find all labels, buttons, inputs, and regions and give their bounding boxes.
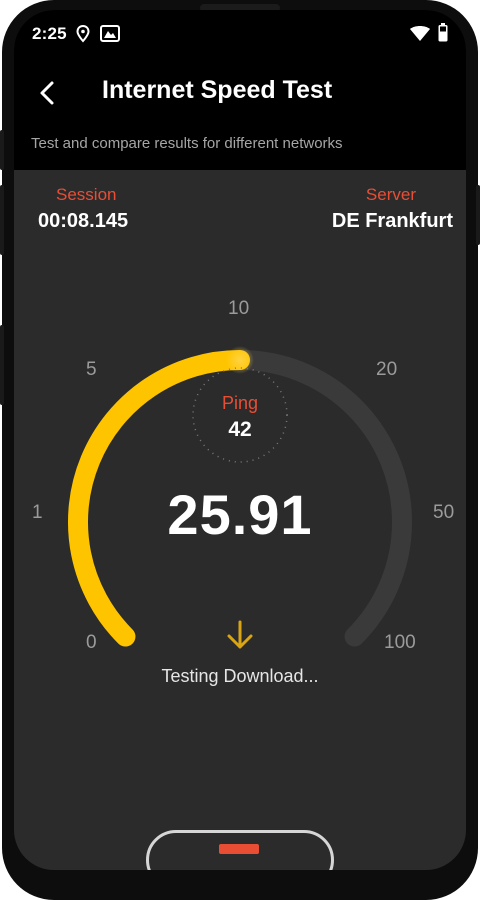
- scale-label-0: 0: [86, 632, 97, 653]
- phone-side-button: [476, 185, 480, 245]
- ping-value: 42: [228, 418, 252, 441]
- gauge-glow: [226, 346, 254, 374]
- phone-side-button: [0, 130, 4, 170]
- action-button-icon: [219, 844, 259, 854]
- download-arrow-icon: [227, 620, 253, 649]
- phone-side-button: [0, 185, 4, 255]
- phone-side-button: [0, 325, 4, 405]
- app-screen: 2:25 Internet Speed Test Test and compar…: [14, 10, 466, 870]
- scale-label-20: 20: [376, 359, 398, 380]
- scale-label-10: 10: [228, 298, 250, 319]
- scale-label-100: 100: [384, 632, 416, 653]
- ping-ring: [192, 367, 288, 463]
- test-status: Testing Download...: [161, 666, 319, 686]
- scale-label-5: 5: [86, 359, 97, 380]
- speed-value: 25.91: [167, 483, 313, 546]
- ping-label: Ping: [221, 393, 259, 413]
